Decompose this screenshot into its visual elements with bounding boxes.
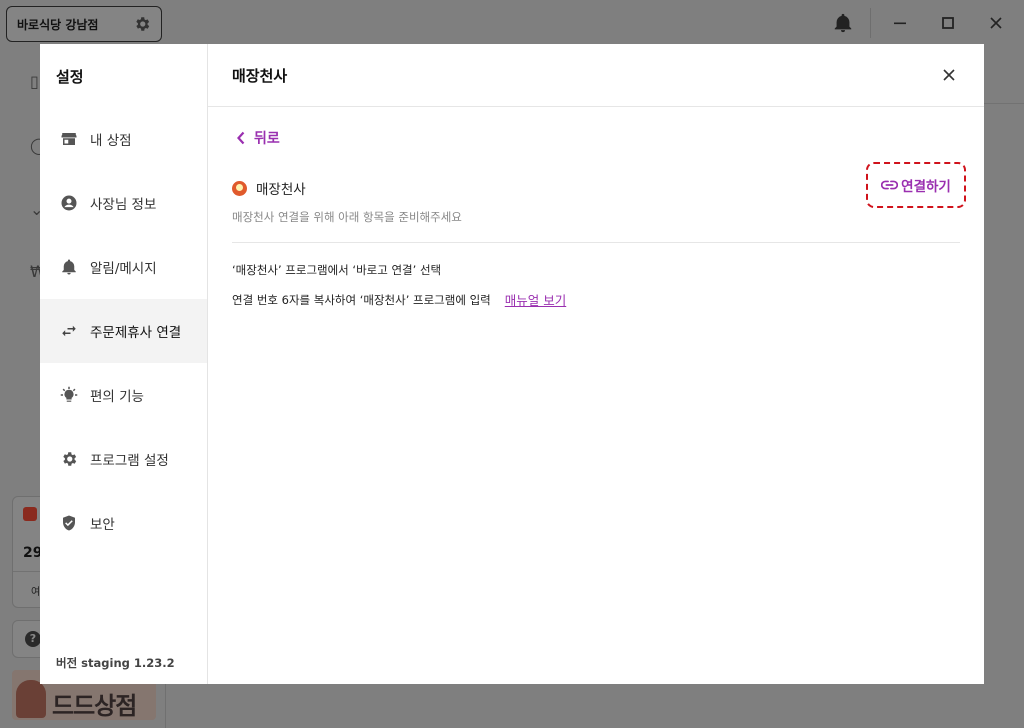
instruction-step: ‘매장천사’ 프로그램에서 ‘바로고 연결’ 선택: [232, 263, 442, 277]
card-badge-icon: [23, 507, 37, 521]
sidebar-item-convenience[interactable]: 편의 기능: [40, 363, 207, 427]
connect-button[interactable]: 연결하기: [866, 162, 966, 208]
app-version: 버전 staging 1.23.2: [56, 656, 175, 670]
swap-icon: [60, 322, 78, 340]
sidebar-item-label: 알림/메시지: [90, 261, 157, 277]
manual-link[interactable]: 매뉴얼 보기: [505, 290, 566, 309]
bell-icon[interactable]: [832, 12, 854, 38]
back-button[interactable]: 뒤로: [236, 128, 280, 148]
lightbulb-icon: [60, 386, 78, 404]
settings-heading: 설정: [56, 68, 84, 86]
bell-icon: [60, 258, 78, 276]
settings-sidebar: 설정 내 상점 사장님 정보 알림/메시지 주문제휴사 연결 편의 기능 프로그…: [40, 44, 208, 684]
close-icon[interactable]: [943, 69, 955, 81]
partner-logo-icon: [232, 180, 247, 196]
instruction-step-row: 연결 번호 6자를 복사하여 ‘매장천사’ 프로그램에 입력 매뉴얼 보기: [232, 290, 566, 309]
page-title: 매장천사: [232, 66, 288, 85]
titlebar-divider: [870, 8, 871, 38]
shield-icon: [60, 514, 78, 532]
store-name: 바로식당 강남점: [17, 17, 99, 32]
link-icon: [881, 180, 899, 190]
sidebar-item-notifications[interactable]: 알림/메시지: [40, 235, 207, 299]
title-bar: 바로식당 강남점: [0, 0, 1024, 46]
sidebar-item-my-store[interactable]: 내 상점: [40, 107, 207, 171]
card-caption: 여: [31, 587, 41, 598]
account-icon: [60, 194, 78, 212]
gear-icon: [60, 450, 78, 468]
sidebar-item-label: 보안: [90, 517, 115, 533]
sidebar-item-label: 편의 기능: [90, 389, 144, 405]
settings-modal: 설정 내 상점 사장님 정보 알림/메시지 주문제휴사 연결 편의 기능 프로그…: [40, 44, 984, 684]
partner-name: 매장천사: [256, 182, 306, 198]
settings-content: 매장천사 뒤로 매장천사 매장천사 연결을 위해 아래 항목을 준비해주세요 연…: [208, 44, 984, 684]
sidebar-item-security[interactable]: 보안: [40, 491, 207, 555]
content-divider: [232, 242, 960, 243]
partner-info: 매장천사: [232, 178, 306, 198]
back-label: 뒤로: [254, 131, 280, 147]
maximize-icon[interactable]: [937, 12, 959, 34]
brand-name: 드드상점: [52, 692, 137, 720]
minimize-icon[interactable]: [889, 12, 911, 34]
sidebar-item-label: 내 상점: [90, 133, 132, 149]
connect-label: 연결하기: [901, 179, 951, 195]
instruction-step: 연결 번호 6자를 복사하여 ‘매장천사’ 프로그램에 입력: [232, 292, 491, 307]
chevron-left-icon: [237, 131, 245, 145]
document-icon: ▯: [30, 72, 39, 91]
gear-icon[interactable]: [133, 15, 151, 33]
sidebar-item-label: 주문제휴사 연결: [90, 325, 182, 341]
store-selector[interactable]: 바로식당 강남점: [6, 6, 162, 42]
mascot-icon: [16, 680, 46, 718]
sidebar-item-order-partner[interactable]: 주문제휴사 연결: [40, 299, 207, 363]
partner-description: 매장천사 연결을 위해 아래 항목을 준비해주세요: [232, 210, 462, 224]
window-close-icon[interactable]: [985, 12, 1007, 34]
help-icon: ?: [25, 631, 41, 647]
sidebar-item-label: 프로그램 설정: [90, 453, 169, 469]
store-icon: [60, 130, 78, 148]
close-button[interactable]: [940, 66, 958, 84]
sidebar-item-owner-info[interactable]: 사장님 정보: [40, 171, 207, 235]
sidebar-item-program-settings[interactable]: 프로그램 설정: [40, 427, 207, 491]
sidebar-item-label: 사장님 정보: [90, 197, 157, 213]
content-header: 매장천사: [208, 44, 984, 107]
